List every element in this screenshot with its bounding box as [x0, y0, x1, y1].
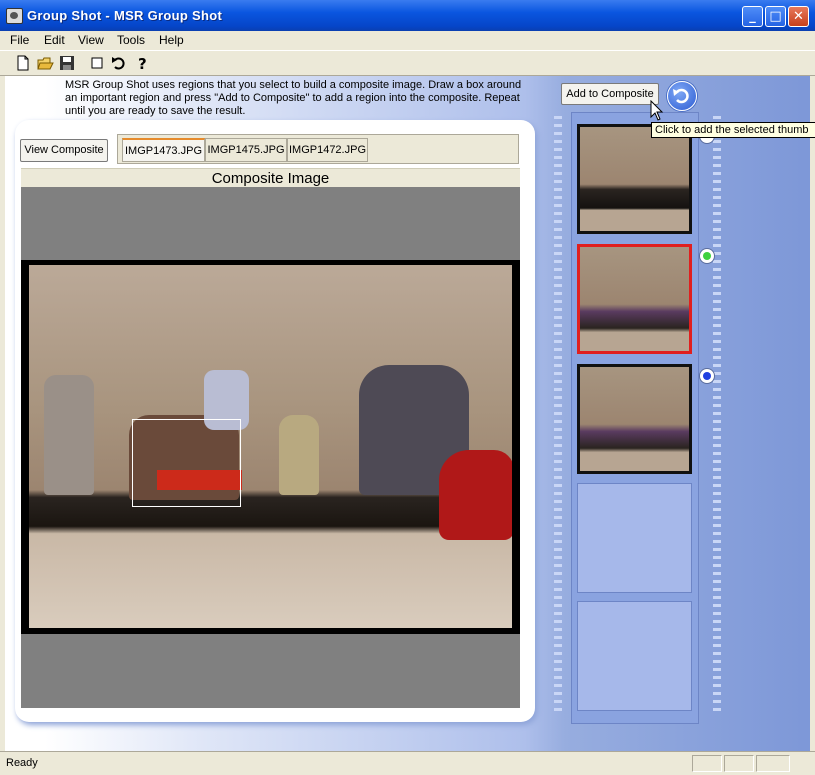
thumbnail-empty-1[interactable]: [577, 483, 692, 593]
radio-blue-dot: [703, 372, 711, 380]
mouse-cursor-icon: [650, 100, 664, 121]
thumbnail-2-image: [580, 247, 689, 351]
add-to-composite-button[interactable]: Add to Composite: [561, 83, 659, 105]
menu-file[interactable]: File: [10, 33, 29, 47]
thumbnail-3-image: [580, 367, 689, 471]
menu-bar: File Edit View Tools Help: [0, 31, 815, 50]
minimize-button[interactable]: _: [742, 6, 763, 27]
window-title: Group Shot - MSR Group Shot: [27, 8, 223, 23]
save-icon[interactable]: [58, 54, 76, 72]
menu-edit[interactable]: Edit: [44, 33, 65, 47]
status-bar: Ready: [0, 751, 815, 775]
thumbnail-1[interactable]: [577, 124, 692, 234]
figure-middle: [279, 415, 319, 495]
select-rectangle-icon[interactable]: [88, 54, 106, 72]
film-perforation-left: [554, 116, 562, 716]
composite-photo[interactable]: [29, 265, 512, 628]
new-document-icon[interactable]: [14, 54, 32, 72]
menu-view[interactable]: View: [78, 33, 104, 47]
thumbnail-3[interactable]: [577, 364, 692, 474]
status-pane-2: [724, 755, 754, 772]
open-folder-icon[interactable]: [36, 54, 54, 72]
status-text: Ready: [6, 757, 38, 769]
film-perforation-right: [713, 116, 721, 716]
thumbnail-3-radio[interactable]: [699, 368, 715, 384]
status-pane-1: [692, 755, 722, 772]
red-figure-right: [439, 450, 512, 540]
thumbnail-1-image: [580, 127, 689, 231]
composite-header: Composite Image: [21, 168, 520, 188]
radio-green-dot: [703, 252, 711, 260]
figure-left: [44, 375, 94, 495]
rotate-back-icon: [673, 88, 689, 104]
undo-icon[interactable]: [110, 54, 128, 72]
svg-text:?: ?: [138, 55, 147, 72]
thumbnail-empty-2[interactable]: [577, 601, 692, 711]
instructions-text: MSR Group Shot uses regions that you sel…: [65, 79, 522, 117]
view-composite-button[interactable]: View Composite: [20, 139, 108, 162]
title-bar[interactable]: Group Shot - MSR Group Shot _ □ ✕: [0, 0, 815, 31]
undo-composite-button[interactable]: [667, 81, 697, 111]
main-window: Group Shot - MSR Group Shot _ □ ✕ File E…: [0, 0, 815, 775]
toolbar: ?: [0, 50, 815, 76]
close-button[interactable]: ✕: [788, 6, 809, 27]
menu-tools[interactable]: Tools: [117, 33, 145, 47]
tooltip: Click to add the selected thumb: [651, 122, 815, 138]
selection-box[interactable]: [132, 419, 241, 507]
composite-view[interactable]: [21, 187, 520, 708]
image-tabs: IMGP1473.JPG IMGP1475.JPG IMGP1472.JPG: [117, 134, 519, 164]
maximize-button[interactable]: □: [765, 6, 786, 27]
status-pane-3: [756, 755, 790, 772]
minimize-icon: _: [749, 9, 756, 24]
menu-help[interactable]: Help: [159, 33, 184, 47]
app-icon[interactable]: [6, 8, 23, 24]
thumbnail-2-radio[interactable]: [699, 248, 715, 264]
tab-imgp1472[interactable]: IMGP1472.JPG: [287, 138, 368, 162]
tab-imgp1473[interactable]: IMGP1473.JPG: [122, 138, 205, 162]
tab-imgp1475[interactable]: IMGP1475.JPG: [205, 138, 287, 162]
thumbnail-2[interactable]: [577, 244, 692, 354]
content-area: MSR Group Shot uses regions that you sel…: [5, 76, 815, 751]
maximize-icon: □: [769, 9, 782, 24]
close-icon: ✕: [793, 9, 804, 24]
composite-photo-frame: [21, 260, 520, 634]
help-icon[interactable]: ?: [134, 54, 152, 73]
